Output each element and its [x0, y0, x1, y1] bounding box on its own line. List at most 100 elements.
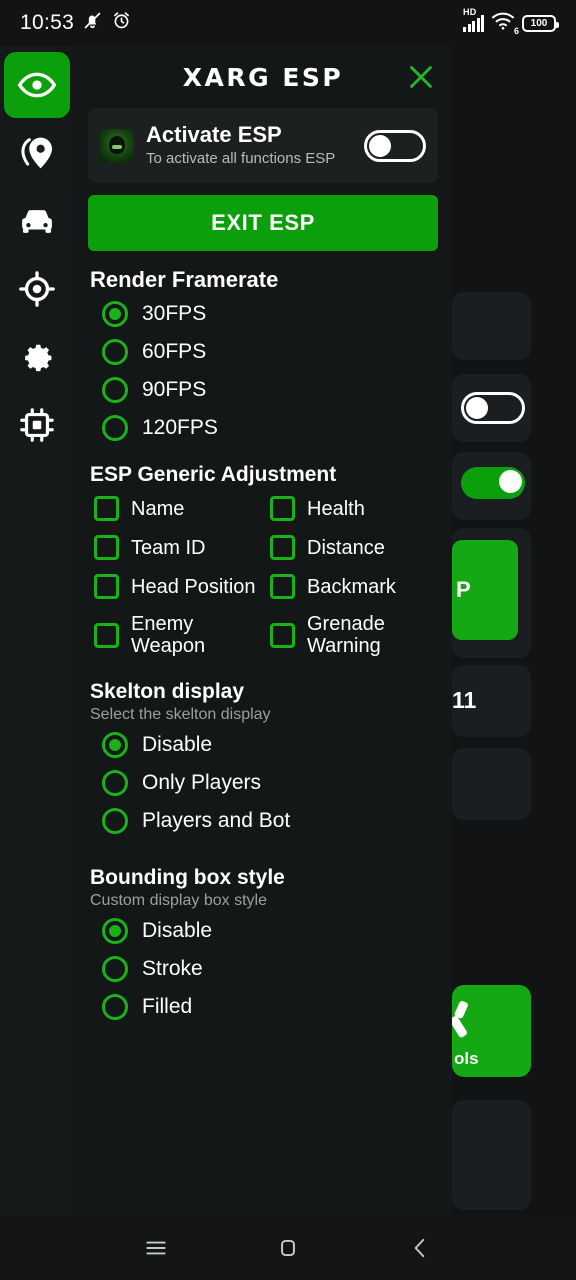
sidebar-item-vehicle[interactable]: [4, 188, 70, 254]
radio-indicator: [102, 301, 128, 328]
crosshair-icon: [18, 270, 56, 308]
checkbox-option-name[interactable]: Name: [94, 489, 270, 528]
toggle-knob: [369, 134, 391, 157]
radio-option-skelton-only-players[interactable]: Only Players: [80, 764, 446, 802]
checkbox-option-backmark[interactable]: Backmark: [270, 567, 446, 606]
bounding-box-subtitle: Custom display box style: [90, 892, 267, 910]
status-bar: 10:53 HD 6 100: [0, 0, 576, 46]
eye-icon: [17, 65, 57, 105]
background-toggle-off[interactable]: [461, 392, 525, 424]
checkbox-label: Health: [307, 497, 365, 520]
exit-esp-button[interactable]: EXIT ESP: [88, 195, 438, 252]
checkbox-label: Grenade Warning: [307, 613, 385, 658]
panel-body: Activate ESP To activate all functions E…: [74, 108, 452, 1026]
radio-label: 120FPS: [142, 416, 218, 440]
back-icon[interactable]: [395, 1226, 445, 1270]
radio-label: Disable: [142, 733, 213, 757]
radio-indicator: [102, 994, 128, 1021]
checkbox-option-distance[interactable]: Distance: [270, 528, 446, 567]
checkbox-option-team-id[interactable]: Team ID: [94, 528, 270, 567]
checkbox-indicator: [94, 496, 119, 522]
radio-label: 60FPS: [142, 340, 207, 364]
radio-label: Filled: [142, 995, 193, 1019]
checkbox-option-health[interactable]: Health: [270, 489, 446, 528]
radio-indicator: [102, 956, 128, 983]
recents-icon[interactable]: [131, 1226, 181, 1270]
radio-indicator: [102, 808, 128, 835]
radio-option-box-stroke[interactable]: Stroke: [80, 950, 446, 988]
checkbox-label: Distance: [307, 536, 385, 559]
skelton-display-group: Disable Only Players Players and Bot: [80, 726, 446, 840]
alarm-icon: [111, 10, 132, 36]
checkbox-indicator: [270, 535, 295, 561]
mute-icon: [82, 10, 103, 36]
radio-option-60fps[interactable]: 60FPS: [80, 333, 446, 371]
activate-esp-texts: Activate ESP To activate all functions E…: [146, 122, 352, 169]
background-tools-tile[interactable]: ols: [452, 985, 531, 1077]
radio-label: Stroke: [142, 957, 203, 981]
checkbox-indicator: [94, 574, 119, 600]
sidebar-item-esp[interactable]: [4, 52, 70, 118]
app-logo-icon: [100, 128, 134, 163]
close-icon[interactable]: [404, 60, 438, 94]
radio-option-skelton-players-and-bot[interactable]: Players and Bot: [80, 802, 446, 840]
radio-option-skelton-disable[interactable]: Disable: [80, 726, 446, 764]
car-icon: [18, 202, 56, 240]
radio-indicator: [102, 732, 128, 759]
skelton-display-subtitle: Select the skelton display: [90, 706, 271, 724]
radio-indicator: [102, 339, 128, 366]
checkbox-indicator: [94, 535, 119, 561]
esp-generic-grid: Name Health Team ID Distance Head Positi…: [80, 489, 446, 664]
background-toggle-on[interactable]: [461, 467, 525, 499]
cpu-chip-icon: [18, 406, 56, 444]
gear-icon: [18, 338, 56, 376]
radio-option-120fps[interactable]: 120FPS: [80, 409, 446, 447]
activate-esp-title: Activate ESP: [146, 122, 282, 147]
esp-settings-panel: XARG ESP Activate ESP To activate all fu…: [74, 46, 452, 1216]
status-bar-left: 10:53: [20, 10, 132, 36]
activate-esp-toggle[interactable]: [364, 129, 426, 162]
radio-option-box-filled[interactable]: Filled: [80, 988, 446, 1026]
cellular-signal-icon: HD: [463, 7, 484, 32]
radio-option-box-disable[interactable]: Disable: [80, 912, 446, 950]
activate-esp-card[interactable]: Activate ESP To activate all functions E…: [88, 108, 438, 184]
radio-indicator: [102, 377, 128, 404]
page-title: XARG ESP: [182, 62, 344, 92]
checkbox-indicator: [270, 496, 295, 522]
panel-header: XARG ESP: [74, 46, 452, 108]
background-green-button[interactable]: P: [452, 540, 518, 640]
wifi-icon: 6: [491, 11, 519, 36]
sidebar: [0, 46, 74, 1216]
radio-label: Only Players: [142, 771, 262, 795]
android-nav-bar: [0, 1216, 576, 1280]
radio-label: 90FPS: [142, 378, 207, 402]
render-framerate-title: Render Framerate: [90, 267, 279, 293]
sidebar-item-location[interactable]: [4, 120, 70, 186]
checkbox-option-grenade-warning[interactable]: Grenade Warning: [270, 606, 446, 664]
app-screen: P 11 ols 10:53 HD 6 100 XARG ESP Activat…: [0, 0, 576, 1280]
background-tile-label: ols: [454, 1049, 479, 1068]
background-card: [452, 748, 531, 820]
wrench-icon: [452, 999, 484, 1048]
checkbox-indicator: [270, 622, 295, 648]
sidebar-item-aim[interactable]: [4, 256, 70, 322]
radio-option-90fps[interactable]: 90FPS: [80, 371, 446, 409]
radio-option-30fps[interactable]: 30FPS: [80, 295, 446, 333]
battery-icon: 100: [522, 14, 559, 32]
checkbox-option-head-position[interactable]: Head Position: [94, 567, 270, 606]
battery-level-label: 100: [530, 17, 548, 29]
checkbox-label: Team ID: [131, 536, 206, 559]
background-partial-text: 11: [452, 687, 477, 713]
sidebar-item-memory[interactable]: [4, 392, 70, 458]
radio-label: Players and Bot: [142, 809, 291, 833]
radio-indicator: [102, 770, 128, 797]
home-icon[interactable]: [263, 1226, 313, 1270]
checkbox-option-enemy-weapon[interactable]: Enemy Weapon: [94, 606, 270, 664]
radio-label: 30FPS: [142, 302, 207, 326]
checkbox-indicator: [94, 622, 119, 648]
render-framerate-group: 30FPS 60FPS 90FPS 120FPS: [80, 295, 446, 447]
activate-esp-subtitle: To activate all functions ESP: [146, 150, 336, 168]
esp-generic-title: ESP Generic Adjustment: [90, 463, 337, 487]
sidebar-item-settings[interactable]: [4, 324, 70, 390]
background-card: [452, 292, 531, 360]
